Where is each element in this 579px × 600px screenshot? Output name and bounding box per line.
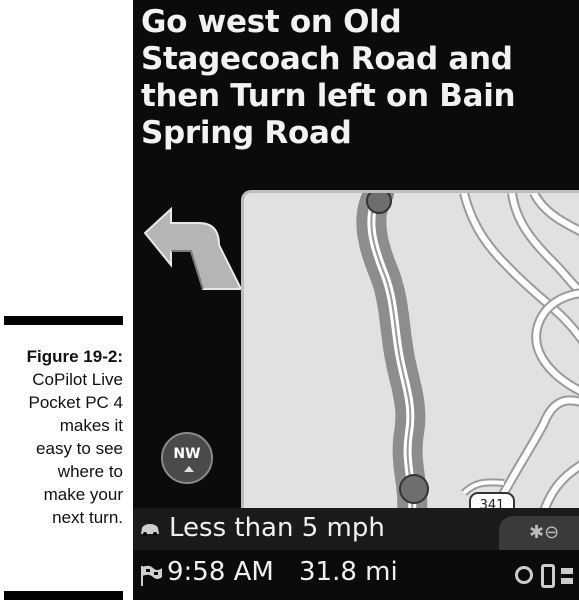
turn-left-arrow-icon: [143, 206, 241, 290]
zoom-icon[interactable]: [515, 566, 533, 584]
figure-label: Figure 19-2:: [26, 347, 123, 366]
turn-instruction: Go west on Old Stagecoach Road and then …: [141, 4, 577, 152]
eta-value: 9:58 AM: [167, 557, 274, 587]
route-map[interactable]: 341: [241, 190, 579, 511]
current-position-marker: [399, 474, 429, 504]
instruction-line: Go west on Old: [141, 4, 402, 40]
compass-pointer-icon: [184, 466, 194, 472]
compass-heading: NW: [173, 446, 201, 462]
caption-rule-bottom: [4, 591, 123, 600]
trip-bar: 9:58 AM 31.8 mi: [133, 550, 579, 600]
pedestrian-icon: ✱⊖: [529, 522, 560, 542]
instruction-line: then Turn left on Bain: [141, 78, 516, 114]
caption-line: easy to see: [36, 439, 123, 458]
speed-bar: Less than 5 mph ✱⊖: [133, 508, 579, 550]
instruction-line: Stagecoach Road and: [141, 41, 513, 77]
walk-mode-button[interactable]: ✱⊖: [499, 516, 579, 550]
menu-icon-lower: [561, 578, 573, 584]
info-icon[interactable]: [541, 564, 555, 588]
menu-icon[interactable]: [561, 568, 573, 574]
caption-rule-top: [4, 316, 123, 325]
control-icons: [497, 564, 577, 590]
map-canvas: 341: [356, 193, 579, 511]
car-icon: [141, 524, 159, 536]
figure-caption: Figure 19-2: CoPilot Live Pocket PC 4 ma…: [0, 345, 123, 529]
compass-button[interactable]: NW: [161, 432, 213, 484]
caption-line: make your: [43, 485, 123, 504]
instruction-line: Spring Road: [141, 115, 352, 151]
caption-line: makes it: [59, 416, 123, 435]
distance-value: 31.8 mi: [299, 557, 398, 587]
device-screen: Go west on Old Stagecoach Road and then …: [133, 0, 579, 600]
caption-line: next turn.: [52, 508, 123, 527]
checkered-flag-icon: [141, 565, 162, 586]
speed-status: Less than 5 mph: [169, 513, 385, 543]
caption-line: Pocket PC 4: [28, 393, 124, 412]
caption-line: where to: [57, 462, 123, 481]
route-start-marker: [366, 193, 392, 214]
caption-line: CoPilot Live: [32, 370, 123, 389]
